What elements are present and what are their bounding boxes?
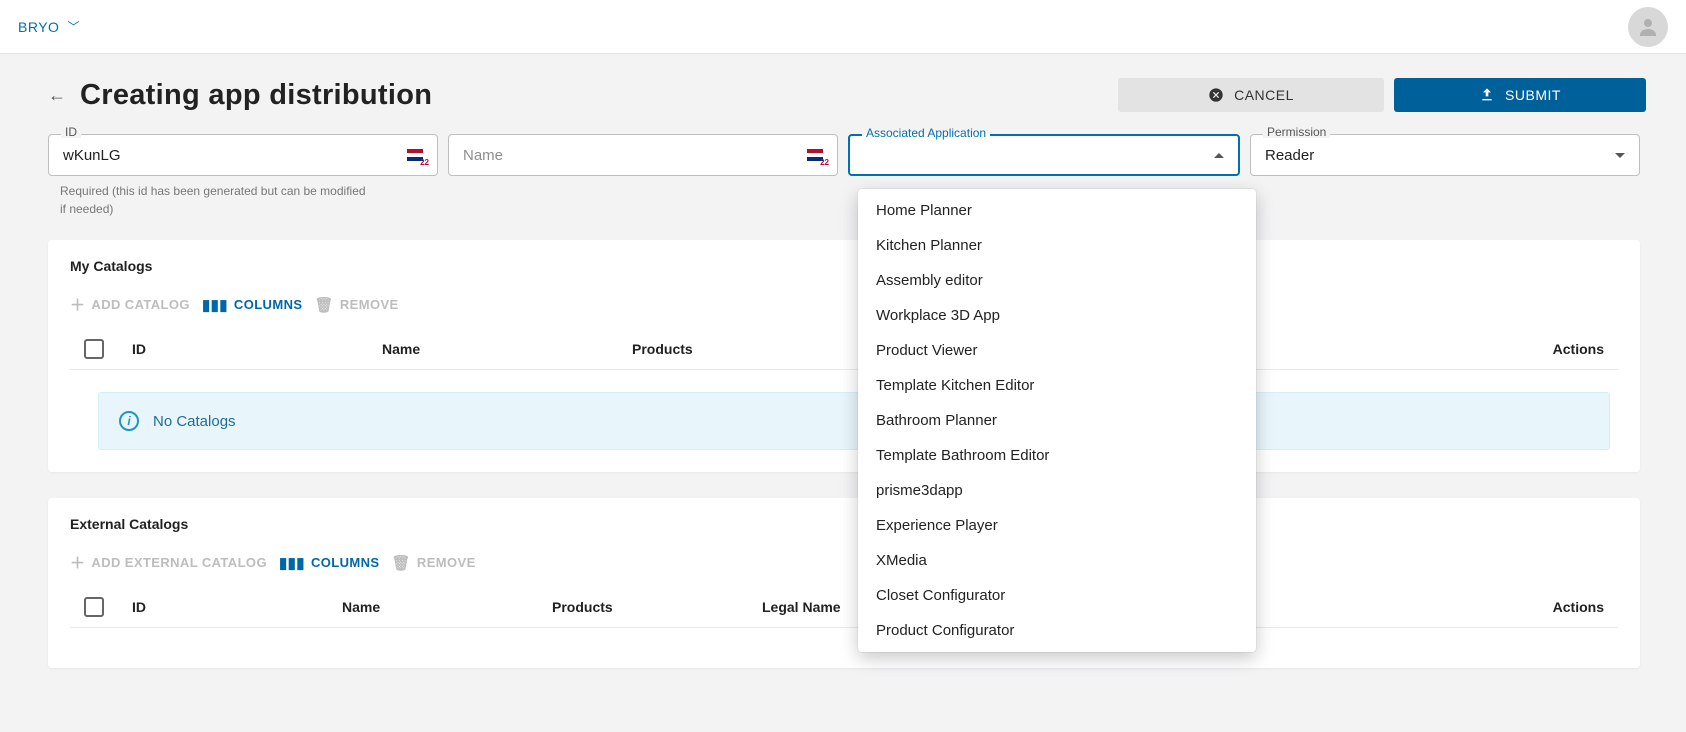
person-icon — [1636, 15, 1660, 39]
avatar[interactable] — [1628, 7, 1668, 47]
assoc-option[interactable]: Experience Player — [858, 508, 1256, 543]
col-products[interactable]: Products — [552, 599, 762, 615]
associated-application-select[interactable]: Associated Application — [848, 134, 1240, 176]
columns-label-ext: COLUMNS — [311, 555, 380, 570]
id-input[interactable] — [63, 147, 399, 164]
external-catalogs-header: ID Name Products Legal Name Last update … — [70, 587, 1618, 628]
assoc-option[interactable]: prisme3dapp — [858, 473, 1256, 508]
assoc-option[interactable]: Product Viewer — [858, 333, 1256, 368]
assoc-option[interactable]: Closet Configurator — [858, 578, 1256, 613]
permission-value: Reader — [1265, 147, 1314, 164]
remove-label-ext: REMOVE — [417, 555, 476, 570]
plus-icon: ＋ — [70, 552, 85, 573]
no-catalogs-banner: i No Catalogs — [98, 392, 1610, 450]
col-name[interactable]: Name — [382, 341, 632, 357]
trash-icon: 🗑 — [391, 554, 410, 572]
chevron-down-icon — [1615, 153, 1625, 158]
columns-icon: ▮▮▮ — [279, 554, 305, 572]
add-catalog-button[interactable]: ＋ ADD CATALOG — [70, 294, 190, 315]
external-catalogs-title: External Catalogs — [70, 516, 1618, 532]
brand-label: BRYO — [18, 19, 59, 35]
col-id[interactable]: ID — [132, 341, 382, 357]
id-field-label: ID — [61, 126, 81, 138]
assoc-option[interactable]: Template Bathroom Editor — [858, 438, 1256, 473]
assoc-option[interactable]: Workplace 3D App — [858, 298, 1256, 333]
remove-button[interactable]: 🗑 REMOVE — [314, 296, 398, 314]
assoc-option[interactable]: Product Configurator — [858, 613, 1256, 648]
no-catalogs-text: No Catalogs — [153, 413, 236, 430]
col-id[interactable]: ID — [132, 599, 342, 615]
permission-label: Permission — [1263, 126, 1330, 138]
add-external-catalog-button[interactable]: ＋ ADD EXTERNAL CATALOG — [70, 552, 267, 573]
permission-select[interactable]: Permission Reader — [1250, 134, 1640, 176]
submit-button[interactable]: SUBMIT — [1394, 78, 1646, 112]
plus-icon: ＋ — [70, 294, 85, 315]
submit-button-label: SUBMIT — [1505, 87, 1561, 103]
assoc-option[interactable]: Assembly editor — [858, 263, 1256, 298]
assoc-option[interactable]: XMedia — [858, 543, 1256, 578]
my-catalogs-header: ID Name Products Actions — [70, 329, 1618, 370]
add-catalog-label: ADD CATALOG — [91, 297, 190, 312]
back-arrow-icon[interactable]: ← — [48, 85, 66, 106]
remove-button[interactable]: 🗑 REMOVE — [391, 554, 475, 572]
col-actions: Actions — [1553, 599, 1604, 615]
assoc-option[interactable]: Template Kitchen Editor — [858, 368, 1256, 403]
name-field[interactable] — [448, 134, 838, 176]
cancel-icon — [1208, 87, 1224, 103]
remove-label: REMOVE — [340, 297, 399, 312]
col-name[interactable]: Name — [342, 599, 552, 615]
select-all-checkbox[interactable] — [84, 597, 104, 617]
info-icon: i — [119, 411, 139, 431]
locale-flag-icon — [407, 149, 423, 161]
assoc-app-label: Associated Application — [862, 127, 990, 139]
columns-button[interactable]: ▮▮▮ COLUMNS — [202, 296, 303, 314]
col-products[interactable]: Products — [632, 341, 792, 357]
col-actions: Actions — [1553, 341, 1604, 357]
brand-switcher[interactable]: BRYO ﹀ — [18, 18, 80, 35]
assoc-option[interactable]: Bathroom Planner — [858, 403, 1256, 438]
my-catalogs-title: My Catalogs — [70, 258, 1618, 274]
trash-icon: 🗑 — [314, 296, 333, 314]
columns-button[interactable]: ▮▮▮ COLUMNS — [279, 554, 380, 572]
chevron-down-icon: ﹀ — [67, 18, 80, 35]
id-field[interactable]: ID — [48, 134, 438, 176]
upload-icon — [1479, 87, 1495, 103]
page-title: Creating app distribution — [80, 79, 432, 112]
add-ext-label: ADD EXTERNAL CATALOG — [91, 555, 267, 570]
associated-application-dropdown[interactable]: Home PlannerKitchen PlannerAssembly edit… — [858, 189, 1256, 652]
columns-icon: ▮▮▮ — [202, 296, 228, 314]
id-helper-text: Required (this id has been generated but… — [8, 176, 408, 218]
select-all-checkbox[interactable] — [84, 339, 104, 359]
name-input[interactable] — [463, 147, 799, 164]
chevron-up-icon — [1214, 153, 1224, 158]
cancel-button-label: CANCEL — [1234, 87, 1294, 103]
columns-label: COLUMNS — [234, 297, 303, 312]
locale-flag-icon — [807, 149, 823, 161]
assoc-option[interactable]: Kitchen Planner — [858, 228, 1256, 263]
assoc-option[interactable]: Home Planner — [858, 193, 1256, 228]
cancel-button[interactable]: CANCEL — [1118, 78, 1384, 112]
